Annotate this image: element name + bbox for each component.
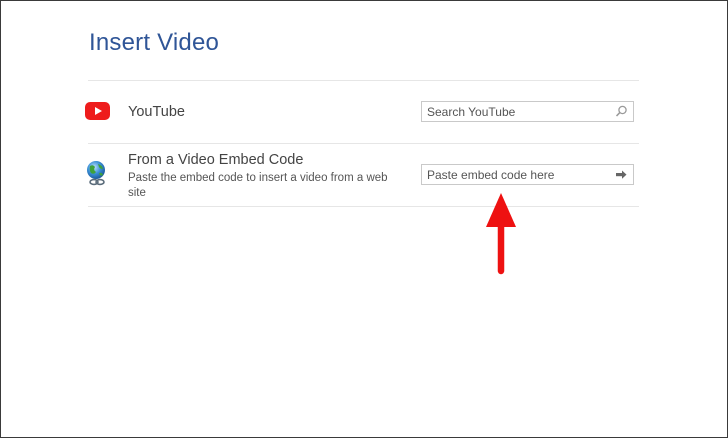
magnifier-icon[interactable] (613, 104, 629, 119)
embed-description-line1: Paste the embed code to insert a video f… (128, 172, 388, 184)
dialog-title: Insert Video (89, 29, 220, 56)
divider-middle (88, 143, 639, 144)
youtube-search-box[interactable] (421, 101, 634, 122)
embed-code-input[interactable] (422, 165, 612, 184)
insert-video-dialog: Insert Video YouTube Search YouTube From… (0, 0, 728, 438)
youtube-icon (85, 102, 110, 120)
youtube-label: YouTube (128, 104, 185, 120)
embed-code-box[interactable] (421, 164, 634, 185)
youtube-search-input[interactable] (422, 102, 612, 121)
globe-icon (85, 160, 109, 188)
arrow-right-icon[interactable] (613, 167, 629, 182)
divider-top (88, 80, 639, 81)
annotation-arrow (481, 191, 521, 277)
divider-bottom (88, 206, 639, 207)
embed-description-line2: site (128, 187, 146, 199)
embed-label: From a Video Embed Code (128, 152, 304, 168)
